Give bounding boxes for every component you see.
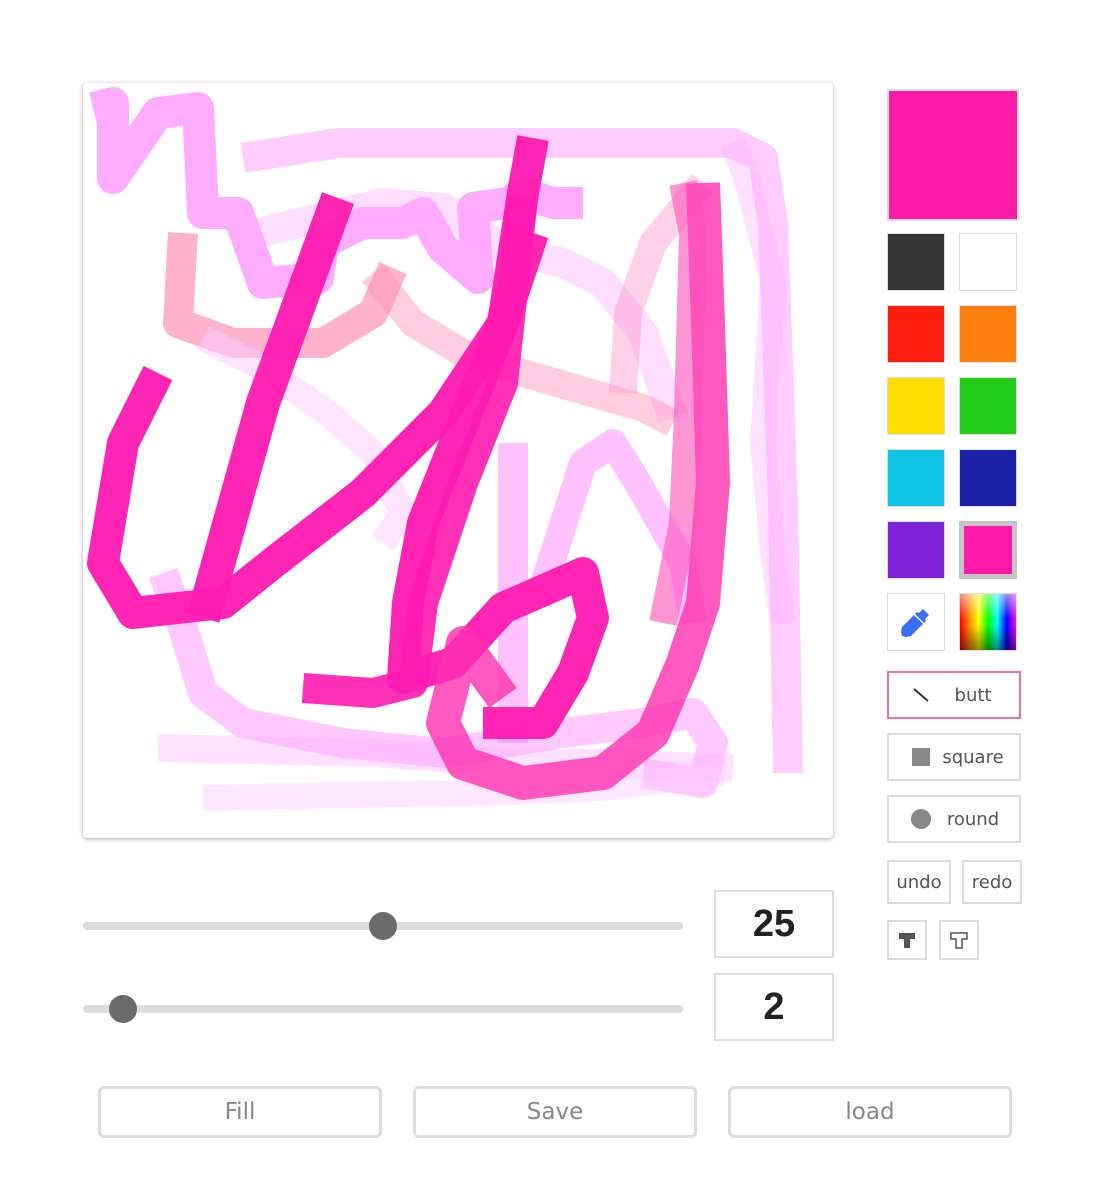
outline-text-icon <box>950 932 968 949</box>
opacity-slider-track <box>83 1005 683 1013</box>
color-swatch[interactable] <box>887 377 945 435</box>
circle-icon <box>901 808 941 830</box>
size-slider[interactable] <box>83 911 683 941</box>
opacity-slider[interactable] <box>83 994 683 1024</box>
eyedropper-button[interactable] <box>887 593 945 651</box>
drawing-canvas[interactable] <box>83 83 833 838</box>
color-swatch[interactable] <box>959 377 1017 435</box>
color-swatch[interactable] <box>959 305 1017 363</box>
load-button[interactable]: load <box>728 1086 1012 1138</box>
cap-round-label: round <box>946 808 1000 830</box>
opacity-slider-thumb[interactable] <box>108 995 137 1023</box>
drawing-strokes <box>87 87 803 811</box>
outline-text-button[interactable] <box>939 920 979 960</box>
size-value[interactable]: 25 <box>714 890 834 958</box>
cap-butt-label: butt <box>954 684 992 706</box>
eyedropper-icon <box>901 609 929 637</box>
color-swatch[interactable] <box>887 449 945 507</box>
color-swatch[interactable] <box>959 521 1017 579</box>
undo-button[interactable]: undo <box>887 860 951 904</box>
square-icon <box>901 747 941 767</box>
color-swatch[interactable] <box>959 449 1017 507</box>
bold-text-button[interactable] <box>887 920 927 960</box>
color-swatch[interactable] <box>887 305 945 363</box>
current-color-preview <box>887 89 1019 221</box>
rainbow-color-button[interactable] <box>959 593 1017 651</box>
cap-square-button[interactable]: square <box>887 733 1021 781</box>
color-swatch[interactable] <box>887 521 945 579</box>
rainbow-gradient-icon <box>960 594 1016 650</box>
bold-text-icon <box>899 933 915 948</box>
cap-round-button[interactable]: round <box>887 795 1021 843</box>
color-swatch[interactable] <box>959 233 1017 291</box>
cap-square-label: square <box>942 746 1004 768</box>
diagonal-line-icon <box>901 685 941 705</box>
color-swatch[interactable] <box>887 233 945 291</box>
size-slider-thumb[interactable] <box>369 912 397 940</box>
opacity-value[interactable]: 2 <box>714 973 834 1041</box>
fill-button[interactable]: Fill <box>98 1086 382 1138</box>
cap-butt-button[interactable]: butt <box>887 671 1021 719</box>
save-button[interactable]: Save <box>413 1086 697 1138</box>
redo-button[interactable]: redo <box>962 860 1022 904</box>
